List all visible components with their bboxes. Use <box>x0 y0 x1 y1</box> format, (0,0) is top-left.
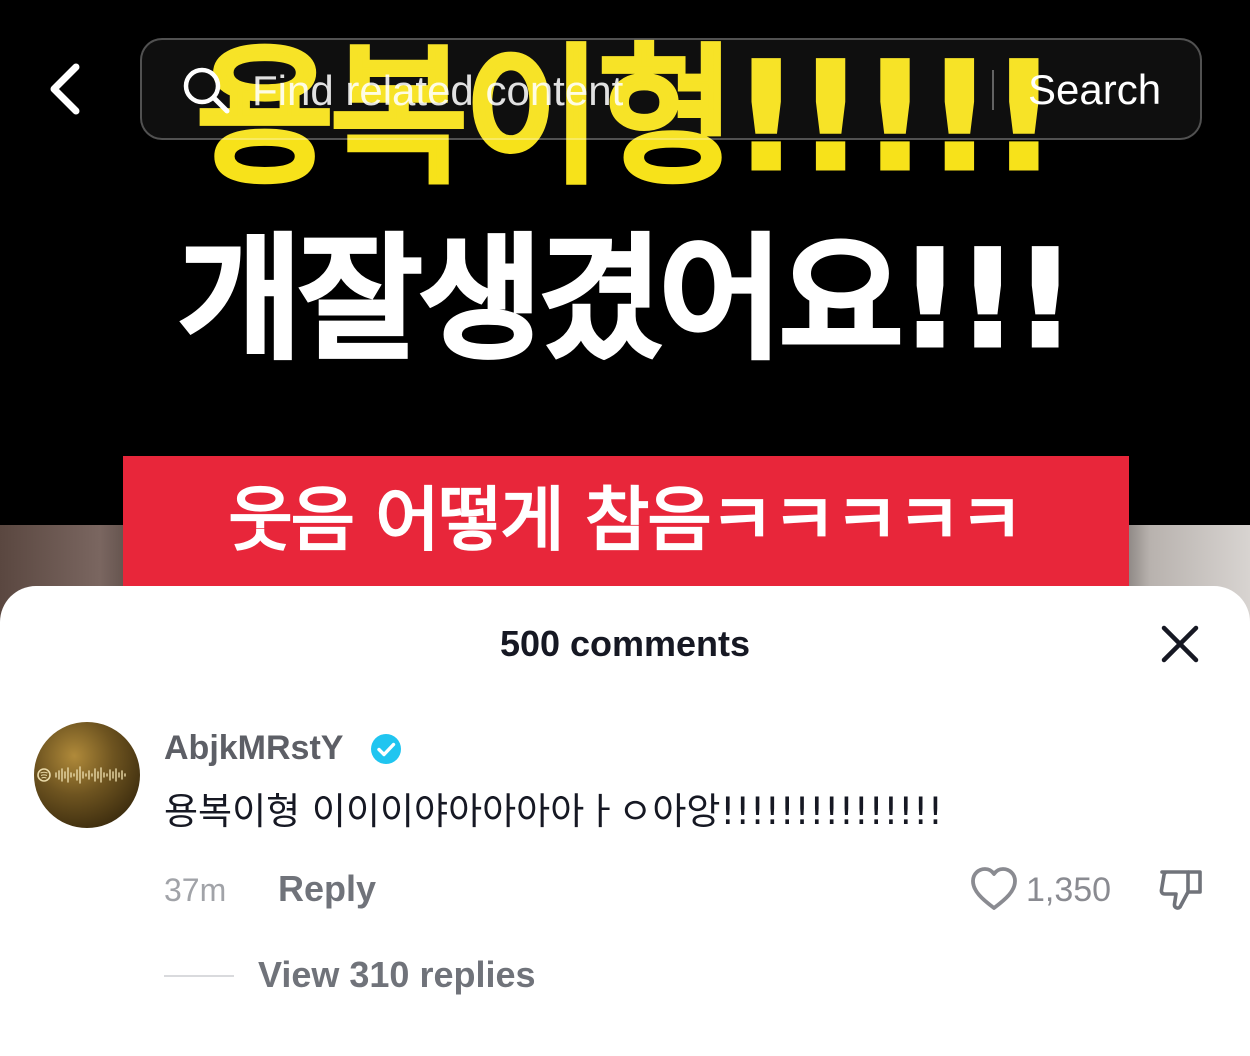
view-replies-button[interactable]: View 310 replies <box>258 952 536 998</box>
verified-badge-icon <box>371 734 401 764</box>
like-button[interactable] <box>968 864 1020 914</box>
chevron-left-icon <box>50 63 80 115</box>
reply-button[interactable]: Reply <box>278 866 376 912</box>
back-button[interactable] <box>36 56 96 122</box>
search-divider <box>992 70 994 110</box>
comments-sheet: 500 comments AbjkMRstY 용복이형 이이이야아아아아ㅏㅇ아앙… <box>0 586 1250 1056</box>
search-input[interactable] <box>250 54 994 128</box>
search-button[interactable]: Search <box>1028 54 1161 126</box>
replies-divider-line <box>164 975 234 977</box>
thumbs-down-icon <box>1159 870 1202 910</box>
dislike-button[interactable] <box>1156 864 1206 914</box>
comment-username[interactable]: AbjkMRstY <box>164 724 343 772</box>
search-icon <box>183 67 230 114</box>
spotify-waveform-icon <box>37 766 126 784</box>
search-bar[interactable]: Search <box>140 38 1202 140</box>
close-icon <box>1161 625 1199 663</box>
close-button[interactable] <box>1156 620 1204 668</box>
heart-icon <box>971 867 1017 910</box>
avatar[interactable] <box>34 722 140 828</box>
comments-count-title: 500 comments <box>499 623 751 664</box>
video-caption-line-2: 개잘생겼어요!!! <box>177 220 1078 380</box>
comment-timestamp: 37m <box>164 872 227 908</box>
comment-text: 용복이형 이이이야아아아아ㅏㅇ아앙!!!!!!!!!!!!!!! <box>164 790 943 833</box>
video-caption-line-3: 웃음 어떻게 참음ㅋㅋㅋㅋㅋ <box>228 479 1024 561</box>
like-count: 1,350 <box>1026 871 1112 909</box>
